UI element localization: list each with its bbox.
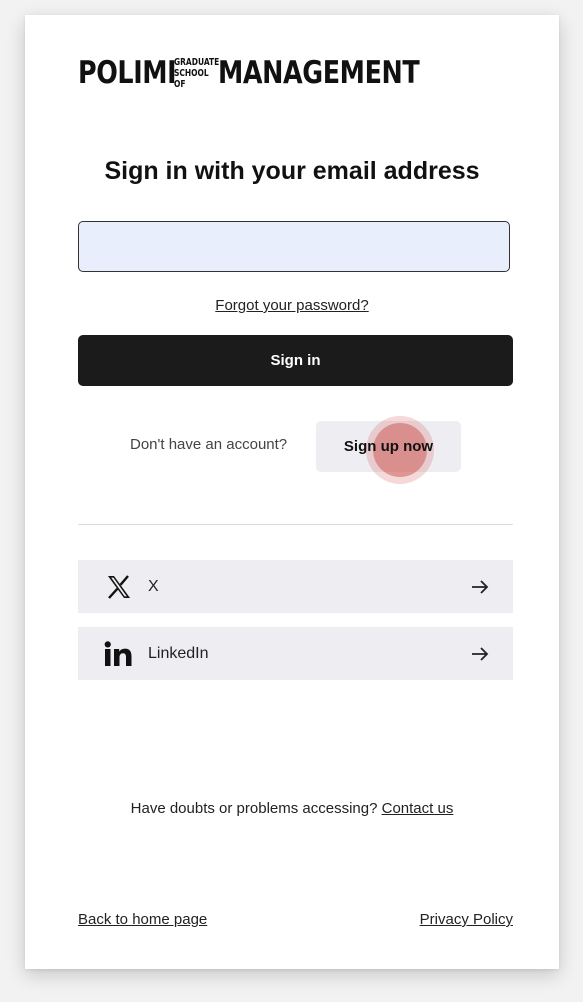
back-to-home-link[interactable]: Back to home page xyxy=(78,911,207,928)
x-logo-icon xyxy=(102,574,136,599)
page-title: Sign in with your email address xyxy=(104,157,480,185)
sign-in-card: POLIMI GRADUATE SCHOOL OF MANAGEMENT Sig… xyxy=(25,15,559,969)
forgot-password-link[interactable]: Forgot your password? xyxy=(25,297,559,314)
arrow-right-icon xyxy=(471,579,489,595)
contact-us-link[interactable]: Contact us xyxy=(382,800,454,817)
email-field[interactable] xyxy=(78,221,510,272)
help-text: Have doubts or problems accessing? Conta… xyxy=(25,800,559,817)
logo-management-text: MANAGEMENT xyxy=(218,54,420,91)
linkedin-label: LinkedIn xyxy=(148,644,209,662)
section-divider xyxy=(78,524,513,525)
arrow-right-icon xyxy=(471,646,489,662)
sign-in-with-linkedin-button[interactable]: LinkedIn xyxy=(78,627,513,680)
sign-up-label: Sign up now xyxy=(343,438,434,455)
privacy-policy-link[interactable]: Privacy Policy xyxy=(420,911,513,928)
linkedin-logo-icon xyxy=(102,640,136,667)
no-account-prompt: Don't have an account? xyxy=(130,436,288,453)
help-question: Have doubts or problems accessing? xyxy=(130,800,378,817)
logo-graduate-school-text: GRADUATE SCHOOL OF xyxy=(174,56,220,90)
sign-in-with-x-button[interactable]: X xyxy=(78,560,513,613)
x-label: X xyxy=(148,577,159,595)
logo-school-of-word: SCHOOL OF xyxy=(174,67,209,90)
logo-graduate-word: GRADUATE xyxy=(174,56,220,68)
logo-polimi-text: POLIMI xyxy=(78,54,177,91)
sign-in-button[interactable]: Sign in xyxy=(78,335,513,386)
polimi-management-logo[interactable]: POLIMI GRADUATE SCHOOL OF MANAGEMENT xyxy=(78,53,464,93)
